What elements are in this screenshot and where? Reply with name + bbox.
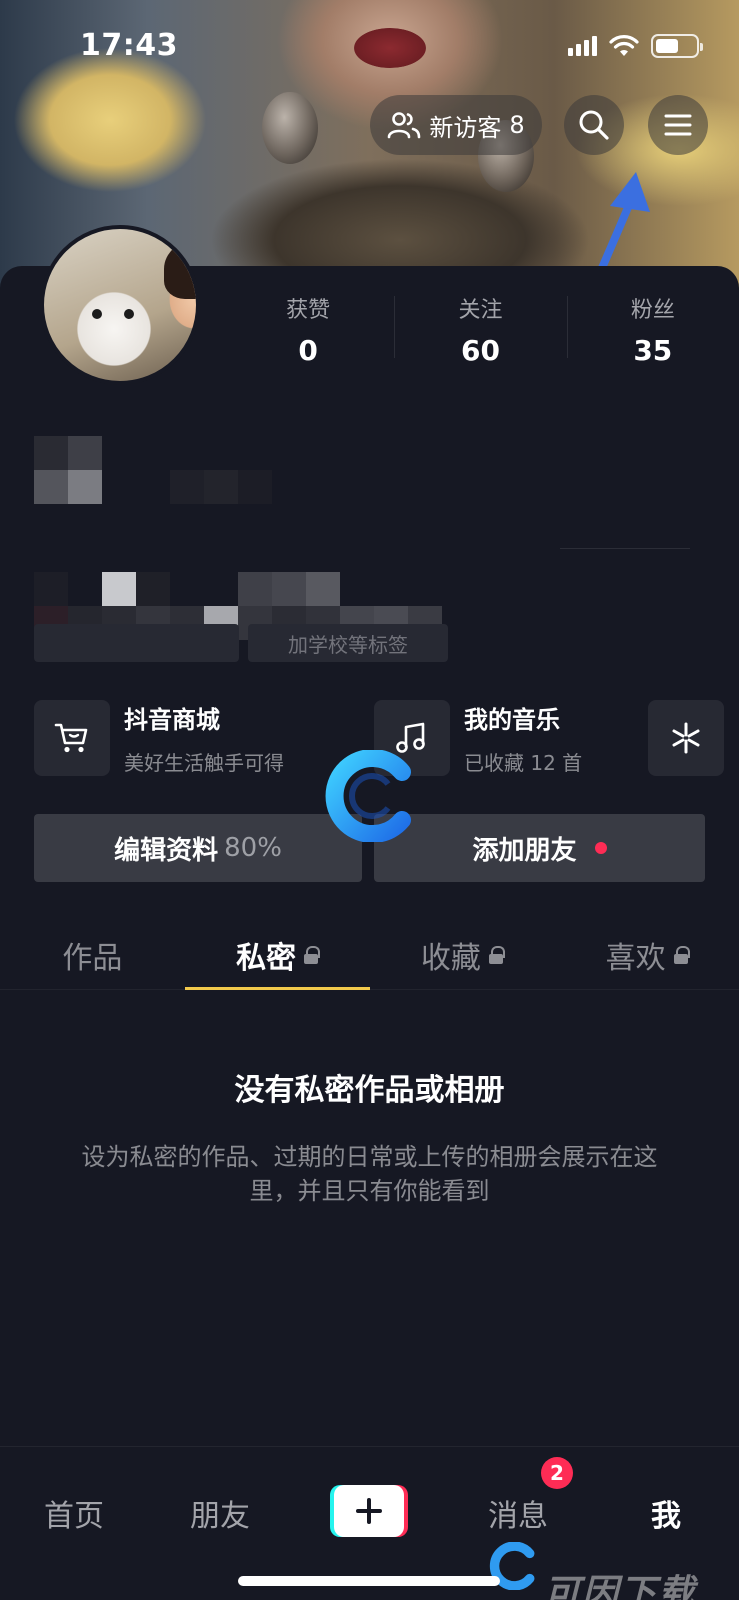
wifi-icon — [609, 35, 639, 56]
battery-icon — [651, 34, 703, 58]
empty-state-description: 设为私密的作品、过期的日常或上传的相册会展示在这里，并且只有你能看到 — [81, 1143, 658, 1205]
stat-following-value: 60 — [461, 334, 500, 367]
tab-favorites[interactable]: 收藏 — [370, 920, 555, 989]
nav-home[interactable]: 首页 — [44, 1491, 104, 1535]
feature-more[interactable] — [648, 700, 724, 776]
feature-more-icon-box — [648, 700, 724, 776]
home-indicator — [238, 1576, 500, 1586]
search-icon — [579, 110, 609, 140]
stat-likes-label: 获赞 — [286, 298, 331, 323]
lock-icon — [304, 945, 321, 964]
status-time: 17:43 — [80, 28, 178, 63]
cellular-signal-icon — [568, 36, 597, 56]
tab-likes[interactable]: 喜欢 — [554, 920, 739, 989]
tag-pill-school[interactable]: 加学校等标签 — [248, 624, 448, 662]
stat-following[interactable]: 关注 60 — [394, 292, 566, 367]
tab-private-label: 私密 — [236, 940, 297, 976]
feature-douyin-mall[interactable]: 抖音商城 美好生活触手可得 — [34, 700, 284, 776]
edit-profile-button[interactable]: 编辑资料 80% — [34, 814, 362, 882]
new-visitors-button[interactable]: 新访客 8 — [370, 95, 542, 155]
tag-pill-location[interactable] — [34, 624, 239, 662]
new-visitors-count: 8 — [509, 111, 525, 139]
feature-my-music-subtitle: 已收藏 12 首 — [464, 751, 583, 775]
search-button[interactable] — [564, 95, 624, 155]
nav-friends[interactable]: 朋友 — [190, 1491, 250, 1535]
plus-icon — [356, 1498, 382, 1524]
messages-badge: 2 — [541, 1457, 573, 1489]
nav-messages[interactable]: 消息 — [488, 1491, 548, 1535]
sparkle-icon — [672, 722, 700, 754]
empty-state-title: 没有私密作品或相册 — [234, 1073, 505, 1108]
feature-douyin-mall-icon-box — [34, 700, 110, 776]
create-post-button[interactable] — [330, 1485, 408, 1537]
edit-profile-progress: 80% — [224, 833, 282, 863]
stat-followers-value: 35 — [633, 334, 673, 367]
edit-profile-label: 编辑资料 — [114, 835, 219, 866]
stat-following-label: 关注 — [458, 298, 503, 323]
cover-earring-left — [262, 92, 318, 164]
tab-private[interactable]: 私密 — [184, 920, 370, 990]
feature-douyin-mall-title: 抖音商城 — [124, 706, 220, 734]
divider-line — [560, 548, 690, 549]
tab-works[interactable]: 作品 — [0, 920, 185, 989]
add-friend-label: 添加朋友 — [472, 835, 577, 866]
cover-lips — [354, 28, 426, 68]
avatar[interactable] — [40, 225, 200, 385]
add-friend-button[interactable]: 添加朋友 — [374, 814, 705, 882]
stat-followers-label: 粉丝 — [630, 298, 675, 323]
menu-button[interactable] — [648, 95, 708, 155]
stat-followers[interactable]: 粉丝 35 — [566, 292, 739, 367]
lock-icon — [488, 945, 505, 964]
watermark-logo-icon — [325, 750, 411, 842]
stat-likes[interactable]: 获赞 0 — [222, 292, 394, 367]
new-visitors-label: 新访客 — [429, 113, 502, 142]
profile-stats: 获赞 0 关注 60 粉丝 35 — [222, 292, 739, 367]
nav-me[interactable]: 我 — [651, 1491, 681, 1535]
stat-likes-value: 0 — [298, 334, 318, 367]
tag-pill-school-label: 加学校等标签 — [288, 632, 408, 657]
tab-works-label: 作品 — [62, 940, 123, 976]
tab-likes-label: 喜欢 — [605, 940, 666, 976]
hamburger-menu-icon — [664, 114, 692, 136]
watermark-text: 可因下载 — [544, 1573, 697, 1600]
tab-favorites-label: 收藏 — [420, 940, 481, 976]
people-icon — [388, 112, 421, 139]
add-friend-notification-dot — [594, 842, 607, 854]
shopping-cart-icon — [54, 723, 88, 753]
feature-douyin-mall-subtitle: 美好生活触手可得 — [124, 751, 284, 775]
status-icons — [568, 34, 703, 58]
content-tabs: 作品 私密 收藏 喜欢 — [0, 920, 739, 990]
feature-my-music-title: 我的音乐 — [464, 706, 560, 734]
lock-icon — [673, 945, 690, 964]
